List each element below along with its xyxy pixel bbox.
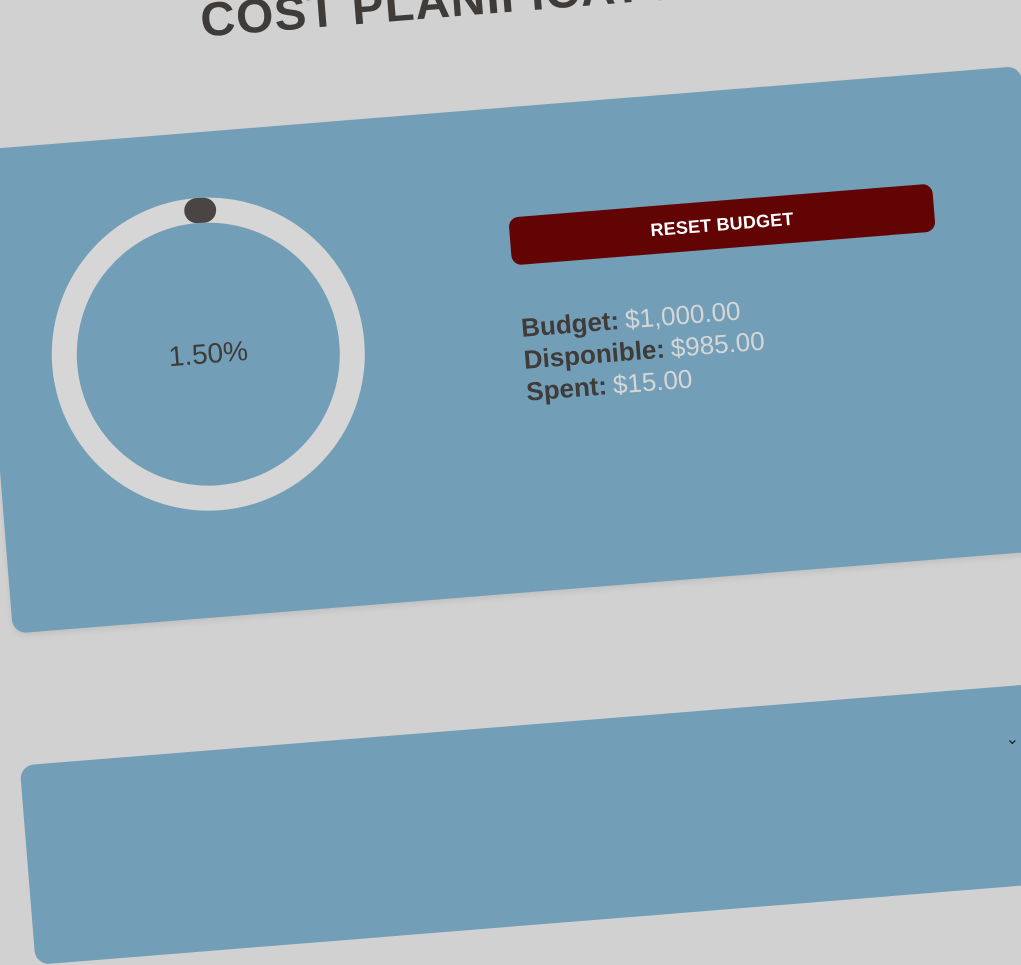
budget-card: 1.50% RESET BUDGET Budget: $1,000.00 Disp…	[0, 66, 1021, 634]
expenses-card	[19, 678, 1021, 965]
spent-label: Spent:	[525, 370, 609, 407]
progress-percent-label: 1.50%	[167, 334, 250, 373]
budget-summary: Budget: $1,000.00 Disponible: $985.00 Spen…	[520, 293, 768, 408]
budget-progress-ring: 1.50%	[39, 185, 377, 523]
disponible-value: $985.00	[669, 325, 766, 363]
chevron-down-icon[interactable]: ⌄	[1006, 729, 1019, 749]
page-title: COST PLANIFICATOR	[198, 0, 718, 48]
reset-budget-button[interactable]: RESET BUDGET	[508, 183, 936, 266]
rotated-content: COST PLANIFICATOR 1.50% RESET BUDGET Bud…	[0, 0, 1021, 965]
page: COST PLANIFICATOR 1.50% RESET BUDGET Bud…	[0, 0, 1021, 965]
spent-value: $15.00	[611, 363, 694, 400]
